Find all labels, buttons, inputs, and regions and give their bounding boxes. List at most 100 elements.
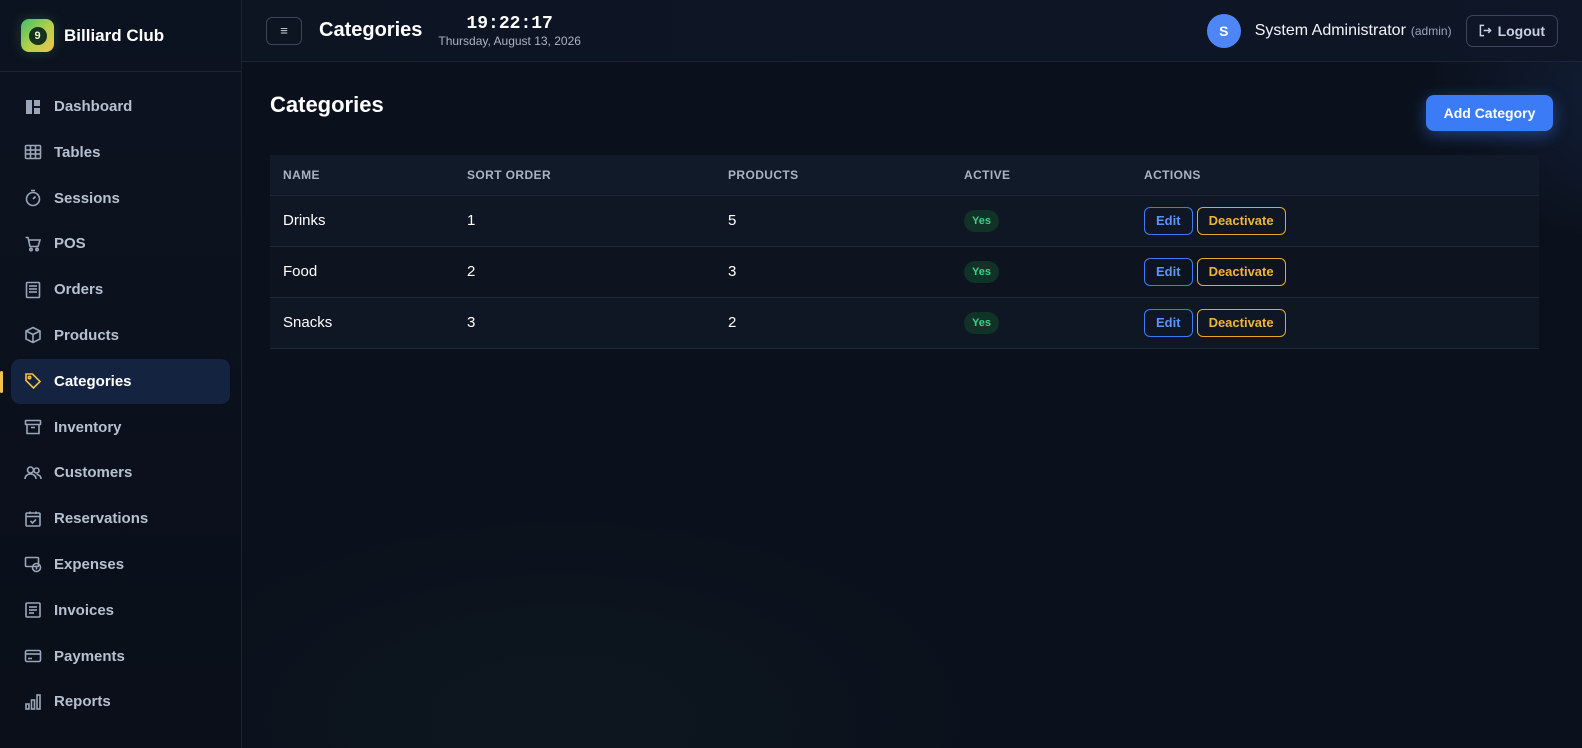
sidebar-item-label: Reservations (54, 510, 149, 528)
add-category-button[interactable]: Add Category (1426, 95, 1553, 131)
sidebar-item-label: Categories (54, 372, 132, 390)
logout-label: Logout (1497, 22, 1545, 39)
sidebar-item-expenses[interactable]: Expenses (11, 542, 230, 587)
box-icon (24, 326, 42, 344)
sidebar-item-label: Inventory (54, 418, 122, 436)
sidebar-item-categories[interactable]: Categories (0, 358, 230, 404)
app-root: 9 Billiard Club Dashboard Tables Session… (0, 0, 1582, 748)
invoice-icon (24, 601, 42, 619)
menu-toggle-button[interactable]: ≡ (266, 16, 302, 45)
brand[interactable]: 9 Billiard Club (0, 0, 241, 72)
sidebar-item-products[interactable]: Products (11, 313, 230, 358)
column-header-name: NAME (270, 155, 454, 196)
sidebar-item-label: Invoices (54, 601, 115, 619)
bar-chart-icon (24, 693, 42, 711)
sidebar-item-sessions[interactable]: Sessions (11, 176, 230, 221)
cell-name: Food (270, 246, 454, 298)
deactivate-button[interactable]: Deactivate (1196, 206, 1286, 235)
deactivate-button[interactable]: Deactivate (1196, 257, 1286, 286)
categories-table: NAME SORT ORDER PRODUCTS ACTIVE ACTIONS … (270, 155, 1539, 349)
table-row: Snacks 3 2 Yes Edit Deactivate (270, 297, 1539, 349)
cell-actions: Edit Deactivate (1131, 246, 1539, 298)
archive-icon (24, 418, 42, 436)
clock-date: Thursday, August 13, 2026 (438, 34, 581, 48)
sidebar-item-tables[interactable]: Tables (11, 130, 230, 175)
top-bar: ≡ Categories 19:22:17 Thursday, August 1… (242, 0, 1582, 62)
cell-products: 2 (715, 297, 951, 349)
cell-name: Snacks (270, 297, 454, 349)
logout-button[interactable]: Logout (1465, 14, 1558, 47)
cell-actions: Edit Deactivate (1131, 195, 1539, 247)
sidebar-item-label: Reports (54, 693, 111, 711)
active-status-badge: Yes (964, 311, 999, 334)
sidebar-nav: Dashboard Tables Sessions POS Orders Pro… (0, 72, 241, 724)
column-header-sort-order: SORT ORDER (454, 155, 715, 196)
users-icon (24, 464, 42, 482)
sidebar-item-label: Payments (54, 647, 125, 665)
brand-name: Billiard Club (64, 25, 165, 45)
user-area: S System Administrator (admin) Logout (1206, 13, 1558, 48)
cell-sort-order: 1 (454, 195, 715, 247)
sidebar-item-label: Expenses (54, 555, 125, 573)
sidebar-item-pos[interactable]: POS (11, 221, 230, 266)
logout-icon (1479, 24, 1492, 37)
edit-button[interactable]: Edit (1144, 308, 1193, 337)
table-header-row: NAME SORT ORDER PRODUCTS ACTIVE ACTIONS (270, 155, 1539, 196)
column-header-active: ACTIVE (951, 155, 1131, 196)
column-header-actions: ACTIONS (1131, 155, 1539, 196)
header-title: Categories (319, 19, 423, 41)
user-name: System Administrator (1254, 21, 1406, 39)
sidebar-item-invoices[interactable]: Invoices (11, 588, 230, 633)
timer-icon (24, 189, 42, 207)
clock: 19:22:17 Thursday, August 13, 2026 (438, 15, 581, 48)
cell-name: Drinks (270, 195, 454, 247)
billiard-ball-logo-icon: 9 (21, 19, 54, 52)
table-row: Food 2 3 Yes Edit Deactivate (270, 246, 1539, 298)
credit-card-icon (24, 647, 42, 665)
receipt-icon (24, 281, 42, 299)
sidebar-item-payments[interactable]: Payments (11, 634, 230, 679)
deactivate-button[interactable]: Deactivate (1196, 308, 1286, 337)
avatar[interactable]: S (1206, 13, 1241, 48)
sidebar-item-label: Dashboard (54, 98, 133, 115)
sidebar-item-reports[interactable]: Reports (11, 679, 230, 724)
sidebar-item-orders[interactable]: Orders (11, 267, 230, 312)
active-status-badge: Yes (964, 260, 999, 283)
sidebar: 9 Billiard Club Dashboard Tables Session… (0, 0, 242, 748)
tag-icon (24, 372, 42, 390)
dashboard-icon (24, 98, 42, 116)
cart-icon (24, 235, 42, 253)
edit-button[interactable]: Edit (1144, 206, 1193, 235)
user-role: (admin) (1410, 23, 1452, 38)
cell-actions: Edit Deactivate (1131, 297, 1539, 349)
edit-button[interactable]: Edit (1144, 257, 1193, 286)
sidebar-item-customers[interactable]: Customers (11, 450, 230, 495)
column-header-products: PRODUCTS (715, 155, 951, 196)
calendar-check-icon (24, 510, 42, 528)
sidebar-item-reservations[interactable]: Reservations (11, 496, 230, 541)
sidebar-item-label: POS (54, 235, 86, 253)
table-row: Drinks 1 5 Yes Edit Deactivate (270, 195, 1539, 247)
sidebar-item-label: Orders (54, 281, 104, 299)
active-status-badge: Yes (964, 209, 999, 232)
sidebar-item-inventory[interactable]: Inventory (11, 405, 230, 450)
cell-products: 3 (715, 246, 951, 298)
cell-products: 5 (715, 195, 951, 247)
table-grid-icon (24, 143, 42, 161)
sidebar-item-label: Customers (54, 464, 133, 482)
logo-number: 9 (28, 26, 47, 45)
sidebar-item-dashboard[interactable]: Dashboard (11, 84, 230, 129)
sidebar-item-label: Tables (54, 143, 101, 161)
main-area: ≡ Categories 19:22:17 Thursday, August 1… (242, 0, 1582, 748)
money-icon (24, 555, 42, 573)
sidebar-item-label: Products (54, 326, 120, 344)
cell-active: Yes (951, 195, 1131, 247)
cell-sort-order: 3 (454, 297, 715, 349)
sidebar-item-label: Sessions (54, 189, 120, 207)
hamburger-menu-icon: ≡ (280, 23, 288, 38)
cell-active: Yes (951, 246, 1131, 298)
categories-table-container: NAME SORT ORDER PRODUCTS ACTIVE ACTIONS … (270, 155, 1539, 349)
clock-time: 19:22:17 (466, 14, 553, 34)
cell-sort-order: 2 (454, 246, 715, 298)
cell-active: Yes (951, 297, 1131, 349)
